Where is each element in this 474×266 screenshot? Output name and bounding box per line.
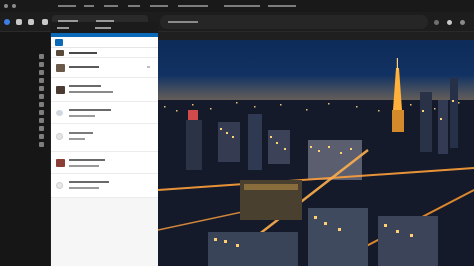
- menu-item[interactable]: [178, 5, 208, 7]
- sidebar-icon[interactable]: [39, 78, 44, 83]
- item-title: [69, 159, 105, 161]
- tab-icon[interactable]: [16, 19, 22, 25]
- address-bar[interactable]: [160, 15, 428, 29]
- item-icon: [56, 182, 63, 189]
- item-subtitle: [69, 138, 85, 140]
- sidebar-icon[interactable]: [39, 126, 44, 131]
- panel-header-subtitle: [95, 27, 111, 29]
- sidebar-icon[interactable]: [39, 54, 44, 59]
- menu-item[interactable]: [268, 5, 296, 7]
- sidebar-icon[interactable]: [39, 86, 44, 91]
- menu-item[interactable]: [104, 5, 118, 7]
- item-title: [69, 85, 101, 87]
- filter-chip[interactable]: [55, 39, 63, 46]
- list-item[interactable]: [51, 78, 158, 102]
- left-sidebar: [0, 32, 50, 266]
- item-icon: [56, 133, 63, 140]
- panel-filter-bar: [51, 37, 158, 48]
- menu-item[interactable]: [150, 5, 168, 7]
- item-thumbnail: [56, 159, 65, 167]
- sidebar-icon[interactable]: [39, 94, 44, 99]
- list-item[interactable]: [51, 174, 158, 198]
- item-subtitle: [69, 165, 99, 167]
- list-item[interactable]: [51, 58, 158, 78]
- item-thumbnail: [56, 86, 65, 94]
- item-icon: [56, 110, 63, 116]
- sidebar-icon[interactable]: [39, 142, 44, 147]
- sidebar-icon[interactable]: [39, 134, 44, 139]
- menu-item[interactable]: [224, 5, 260, 7]
- list-item[interactable]: [51, 48, 158, 58]
- menu-item[interactable]: [84, 5, 94, 7]
- list-item[interactable]: [51, 124, 158, 152]
- city-night-photo: [158, 40, 474, 266]
- new-tab-icon[interactable]: [4, 19, 10, 25]
- item-subtitle: [69, 115, 95, 117]
- menu-icon[interactable]: [460, 20, 465, 25]
- profile-icon[interactable]: [447, 20, 452, 25]
- sidebar-icon[interactable]: [39, 118, 44, 123]
- list-item[interactable]: [51, 102, 158, 124]
- sidebar-icon[interactable]: [39, 70, 44, 75]
- window-minimize-icon[interactable]: [12, 4, 16, 8]
- item-title: [69, 66, 99, 68]
- item-thumbnail: [56, 50, 64, 56]
- menu-item[interactable]: [128, 5, 140, 7]
- item-subtitle: [69, 187, 99, 189]
- tab-icon[interactable]: [42, 19, 48, 25]
- item-thumbnail: [56, 64, 65, 72]
- item-title: [69, 132, 93, 134]
- skyline-illustration: [158, 40, 474, 266]
- sidebar-icon[interactable]: [39, 102, 44, 107]
- sidebar-icon[interactable]: [39, 62, 44, 67]
- top-bar: [0, 0, 474, 12]
- window-close-icon[interactable]: [4, 4, 8, 8]
- address-url: [168, 21, 198, 23]
- side-panel: [51, 22, 158, 266]
- tab-icon[interactable]: [28, 19, 34, 25]
- item-title: [69, 181, 109, 183]
- menu-item[interactable]: [58, 5, 76, 7]
- sidebar-icon[interactable]: [39, 110, 44, 115]
- item-title: [69, 109, 111, 111]
- item-subtitle: [69, 91, 113, 93]
- item-title: [69, 52, 97, 54]
- extension-icon[interactable]: [434, 20, 439, 25]
- item-chevron-icon: [147, 66, 150, 68]
- panel-header: [51, 22, 158, 33]
- list-item[interactable]: [51, 152, 158, 174]
- panel-header-title: [57, 27, 69, 29]
